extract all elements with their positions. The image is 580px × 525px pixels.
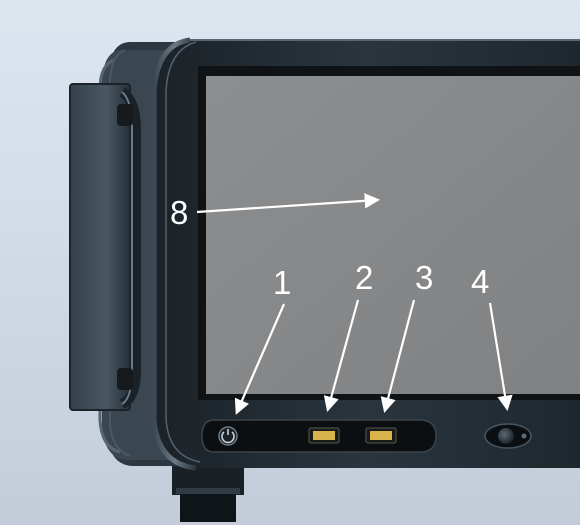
callout-label-3: 3 — [415, 259, 433, 296]
device-front-diagram: 1 2 3 4 8 — [0, 0, 580, 525]
display-screen — [198, 66, 580, 400]
round-control-4[interactable] — [484, 423, 532, 449]
side-handle — [69, 83, 141, 411]
usb-port-b[interactable] — [365, 427, 397, 444]
callout-label-2: 2 — [355, 259, 373, 296]
callout-label-1: 1 — [273, 264, 291, 301]
callout-label-8: 8 — [170, 194, 188, 231]
usb-port-a[interactable] — [308, 427, 340, 444]
callout-label-4: 4 — [471, 263, 489, 300]
power-button[interactable] — [218, 426, 238, 446]
